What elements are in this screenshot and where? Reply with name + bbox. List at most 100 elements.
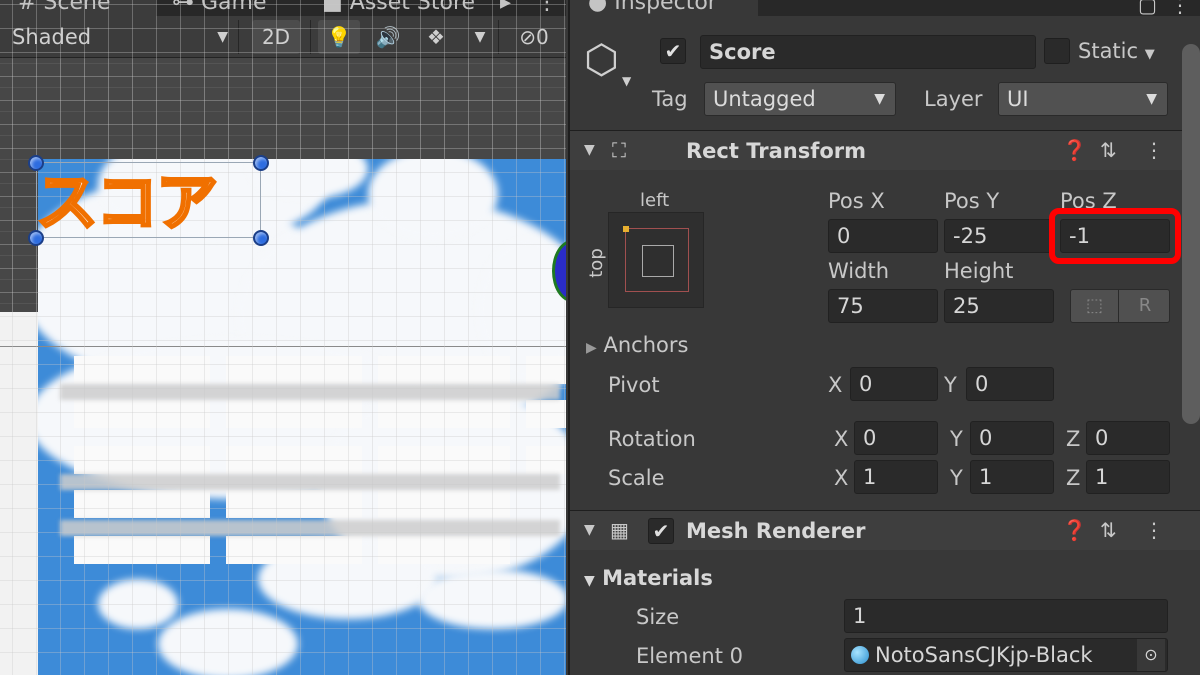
foldout-right-icon: ▶ xyxy=(586,340,597,356)
scene-view-panel[interactable]: # Scene ⊶ Game ■ Asset Store ▸ ⋮ Shaded … xyxy=(0,0,566,675)
gameobject-cube-icon[interactable]: ⬡ xyxy=(584,38,626,86)
audio-icon[interactable]: 🔊 xyxy=(368,20,408,54)
scale-label: Scale xyxy=(608,466,665,490)
anchor-preset-button[interactable] xyxy=(608,212,704,308)
pos-y-label: Pos Y xyxy=(944,189,1000,213)
element0-object-field[interactable]: NotoSansCJKjp-Black ⊙ xyxy=(844,638,1168,672)
mesh-renderer-icon: ▦ xyxy=(610,518,629,542)
icon-chevron-down-icon[interactable]: ▼ xyxy=(622,74,631,88)
raw-edit-button[interactable]: R xyxy=(1121,290,1169,322)
scale-y-input[interactable]: 1 xyxy=(970,460,1054,494)
anchors-label: Anchors xyxy=(603,333,689,357)
layer-dropdown[interactable]: UI ▼ xyxy=(998,82,1168,116)
shading-mode-dropdown[interactable]: Shaded ▼ xyxy=(12,20,232,54)
rect-handle-top-right[interactable] xyxy=(253,155,269,171)
object-name-input[interactable]: Score xyxy=(700,35,1036,69)
rotation-x-input[interactable]: 0 xyxy=(854,421,938,455)
pivot-label: Pivot xyxy=(608,373,660,397)
width-label: Width xyxy=(828,259,890,283)
toggle-2d-label: 2D xyxy=(261,25,291,49)
tab-inspector[interactable]: ● Inspector xyxy=(570,0,758,16)
preset-sliders-icon[interactable]: ⇅ xyxy=(1100,137,1117,163)
blueprint-raw-group: ⬚ R xyxy=(1070,289,1170,323)
static-label[interactable]: Static ▼ xyxy=(1078,38,1155,68)
scene-tab-bar: # Scene ⊶ Game ■ Asset Store ▸ ⋮ xyxy=(0,0,566,16)
rotation-y-axis-label: Y xyxy=(950,427,963,451)
lock-icon[interactable]: ▢ xyxy=(1138,0,1157,18)
height-label: Height xyxy=(944,259,1014,283)
inspector-scrollbar[interactable] xyxy=(1182,44,1200,424)
kebab-menu-icon[interactable]: ⋮ xyxy=(1170,0,1190,18)
mesh-renderer-enabled-checkbox[interactable]: ✔ xyxy=(648,518,674,544)
check-icon: ✔ xyxy=(664,39,682,63)
object-picker-icon[interactable]: ⊙ xyxy=(1137,639,1165,671)
help-icon[interactable]: ❓ xyxy=(1062,517,1087,543)
scale-z-input[interactable]: 1 xyxy=(1086,460,1170,494)
scale-y-axis-label: Y xyxy=(950,466,963,490)
preset-sliders-icon[interactable]: ⇅ xyxy=(1100,517,1117,543)
foldout-triangle-icon: ▼ xyxy=(584,573,595,589)
pos-y-input[interactable]: -25 xyxy=(944,219,1054,253)
materials-size-input[interactable]: 1 xyxy=(844,599,1168,633)
pivot-y-input[interactable]: 0 xyxy=(966,367,1054,401)
static-checkbox[interactable] xyxy=(1044,38,1070,64)
active-checkbox[interactable]: ✔ xyxy=(660,38,686,64)
rect-handle-top-left[interactable] xyxy=(28,155,44,171)
foldout-triangle-icon[interactable]: ▼ xyxy=(584,137,595,163)
height-input[interactable]: 25 xyxy=(944,289,1054,323)
materials-foldout[interactable]: ▼ Materials xyxy=(584,565,713,594)
help-icon[interactable]: ❓ xyxy=(1062,137,1087,163)
tab-game[interactable]: ⊶ Game xyxy=(172,0,312,16)
canvas-bottom-area xyxy=(0,312,38,675)
tab-scene[interactable]: # Scene xyxy=(0,0,156,16)
pos-x-input[interactable]: 0 xyxy=(828,219,938,253)
rotation-z-axis-label: Z xyxy=(1066,427,1081,451)
component-kebab-icon[interactable]: ⋮ xyxy=(1144,517,1164,543)
pivot-x-input[interactable]: 0 xyxy=(850,367,938,401)
hidden-objects-toggle[interactable]: ⊘0 xyxy=(506,20,562,54)
rotation-y-input[interactable]: 0 xyxy=(970,421,1054,455)
rect-transform-title: Rect Transform xyxy=(686,139,867,163)
effects-chevron-down-icon[interactable]: ▼ xyxy=(466,20,494,54)
anchor-rect-icon xyxy=(642,245,674,277)
rotation-x-axis-label: X xyxy=(834,427,849,451)
effects-icon[interactable]: ❖ xyxy=(416,20,456,54)
width-input[interactable]: 75 xyxy=(828,289,938,323)
tab-game-label: Game xyxy=(201,0,267,15)
lighting-icon[interactable]: 💡 xyxy=(318,20,360,54)
tab-inspector-label: Inspector xyxy=(614,0,717,15)
foldout-triangle-icon[interactable]: ▼ xyxy=(584,517,595,543)
pivot-y-axis-label: Y xyxy=(944,373,957,397)
check-icon: ✔ xyxy=(652,519,670,543)
scale-x-axis-label: X xyxy=(834,466,849,490)
component-kebab-icon[interactable]: ⋮ xyxy=(1144,137,1164,163)
pos-z-highlight-box xyxy=(1049,208,1181,264)
hidden-objects-count: 0 xyxy=(536,25,549,49)
canvas-edge-line xyxy=(0,346,566,347)
scale-z-axis-label: Z xyxy=(1066,466,1081,490)
tab-more-icon[interactable]: ▸ xyxy=(500,0,522,16)
selection-rect xyxy=(36,162,261,238)
rect-handle-bottom-left[interactable] xyxy=(28,230,44,246)
static-label-text: Static xyxy=(1078,39,1139,63)
blueprint-mode-icon[interactable]: ⬚ xyxy=(1071,290,1119,322)
tag-dropdown[interactable]: Untagged ▼ xyxy=(704,82,896,116)
materials-label: Materials xyxy=(602,566,713,590)
mesh-renderer-header[interactable]: ▼ ▦ ✔ Mesh Renderer ❓ ⇅ ⋮ xyxy=(570,510,1200,550)
anchors-foldout[interactable]: ▶ Anchors xyxy=(586,332,688,361)
tab-asset-store[interactable]: ■ Asset Store xyxy=(322,0,488,16)
tab-asset-store-label: Asset Store xyxy=(349,0,476,15)
eye-slash-icon: ⊘ xyxy=(519,25,537,49)
rect-transform-header[interactable]: ▼ ⛶ Rect Transform ❓ ⇅ ⋮ xyxy=(570,130,1200,170)
element0-label: Element 0 xyxy=(636,644,743,668)
scene-toolbar: Shaded ▼ 2D 💡 🔊 ❖ ▼ ⊘0 xyxy=(0,16,566,58)
kebab-menu-icon[interactable]: ⋮ xyxy=(536,0,558,16)
rect-handle-bottom-right[interactable] xyxy=(253,230,269,246)
tag-value: Untagged xyxy=(713,87,816,111)
shading-mode-label: Shaded xyxy=(12,25,92,49)
rotation-z-input[interactable]: 0 xyxy=(1086,421,1170,455)
materials-size-label: Size xyxy=(636,605,680,629)
scale-x-input[interactable]: 1 xyxy=(854,460,938,494)
layer-value: UI xyxy=(1007,87,1029,111)
toggle-2d-button[interactable]: 2D xyxy=(252,20,300,54)
